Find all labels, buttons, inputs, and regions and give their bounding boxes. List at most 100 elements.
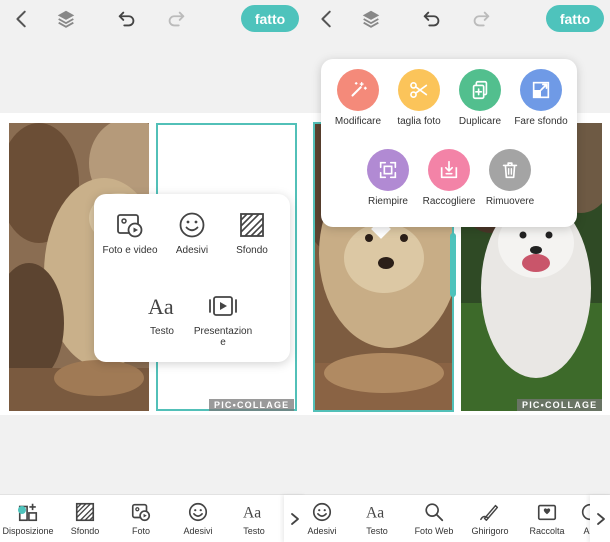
tool-photo[interactable]: Foto <box>119 501 163 536</box>
action-collect-circle <box>428 149 470 191</box>
menu-photo-video[interactable]: Foto e video <box>98 210 162 256</box>
chevron-right-icon <box>597 513 605 525</box>
action-remove-circle <box>489 149 531 191</box>
action-fill-label: Riempire <box>367 196 408 207</box>
tool-text[interactable]: Aa Testo <box>232 501 276 537</box>
watermark: PIC•COLLAGE <box>209 399 295 411</box>
action-edit[interactable]: Modificare <box>327 69 389 127</box>
action-duplicate-label: Duplicare <box>458 116 502 127</box>
done-button[interactable]: fatto <box>241 5 299 32</box>
menu-stickers[interactable]: Adesivi <box>160 210 224 256</box>
layers-button[interactable] <box>53 6 79 32</box>
action-crop-label: taglia foto <box>397 116 441 127</box>
menu-text[interactable]: Aa Testo <box>130 291 194 337</box>
menu-slideshow-label: Presentazion e <box>193 326 253 348</box>
action-remove-label: Rimuovere <box>485 196 535 207</box>
tool-background-label: Sfondo <box>70 526 100 536</box>
smiley-icon <box>179 212 205 238</box>
tool-background[interactable]: Sfondo <box>62 501 108 536</box>
action-make-background-circle <box>520 69 562 111</box>
collection-icon <box>537 504 557 521</box>
svg-text:Aa: Aa <box>366 505 384 522</box>
top-bar: fatto <box>0 0 305 38</box>
scissors-icon <box>410 82 428 98</box>
duplicate-icon <box>472 80 488 100</box>
slideshow-icon <box>209 296 237 316</box>
trash-icon <box>502 162 518 179</box>
tool-collection-label: Raccolta <box>529 526 565 536</box>
done-button[interactable]: fatto <box>546 5 604 32</box>
layers-button[interactable] <box>358 6 384 32</box>
undo-icon <box>423 11 440 27</box>
action-make-background[interactable]: Fare sfondo <box>508 69 574 127</box>
bottom-toolbar: Disposizione Sfondo Foto Adesivi Aa Test… <box>0 494 305 542</box>
tool-stickers[interactable]: Adesivi <box>305 501 339 536</box>
back-button[interactable] <box>314 6 340 32</box>
action-duplicate[interactable]: Duplicare <box>449 69 511 127</box>
layers-icon <box>57 10 75 28</box>
tool-photo-label: Foto <box>131 526 150 536</box>
action-edit-label: Modificare <box>334 116 382 127</box>
photo-actions-menu: Modificare taglia foto Duplicare Fare sf… <box>321 59 577 227</box>
menu-stickers-label: Adesivi <box>175 245 209 256</box>
action-collect[interactable]: Raccogliere <box>418 149 480 207</box>
menu-text-label: Testo <box>150 326 174 337</box>
action-fill-circle <box>367 149 409 191</box>
toolbar-more-button[interactable] <box>590 495 610 542</box>
redo-icon <box>168 11 185 27</box>
action-collect-label: Raccogliere <box>422 196 476 207</box>
tool-stickers[interactable]: Adesivi <box>175 501 221 536</box>
tool-doodle[interactable]: Ghirigoro <box>465 501 515 536</box>
tool-text-label: Testo <box>366 526 388 536</box>
right-screen: fatto PIC•COLLAGE Modificare taglia foto… <box>305 0 610 542</box>
tool-layout[interactable]: Disposizione <box>2 501 54 536</box>
action-fill[interactable]: Riempire <box>357 149 419 207</box>
action-remove[interactable]: Rimuovere <box>479 149 541 207</box>
back-button[interactable] <box>9 6 35 32</box>
make-background-icon <box>532 81 550 99</box>
back-chevron-icon <box>321 10 331 28</box>
tool-stickers-label: Adesivi <box>183 526 213 536</box>
doodle-brush-icon <box>480 504 499 521</box>
undo-button[interactable] <box>419 6 445 32</box>
smiley-icon <box>312 502 332 522</box>
menu-background[interactable]: Sfondo <box>220 210 284 256</box>
magic-wand-icon <box>351 81 367 97</box>
layers-icon <box>362 10 380 28</box>
svg-text:Aa: Aa <box>148 294 174 319</box>
watermark: PIC•COLLAGE <box>517 399 603 411</box>
tool-doodle-label: Ghirigoro <box>471 526 509 536</box>
action-crop[interactable]: taglia foto <box>388 69 450 127</box>
background-pattern-icon <box>240 213 264 237</box>
photo-video-icon <box>117 214 143 238</box>
tool-web-photo-label: Foto Web <box>414 526 454 536</box>
undo-button[interactable] <box>114 6 140 32</box>
menu-background-label: Sfondo <box>236 245 268 256</box>
tool-collection[interactable]: Raccolta <box>523 501 571 536</box>
smiley-icon <box>188 502 208 522</box>
text-aa-icon: Aa <box>366 505 384 522</box>
redo-icon <box>473 11 490 27</box>
menu-photo-video-label: Foto e video <box>102 245 158 256</box>
text-aa-icon: Aa <box>148 294 174 319</box>
add-content-menu: Foto e video Adesivi Sfondo Aa Testo Pre… <box>94 194 290 362</box>
fill-icon <box>379 161 397 179</box>
undo-icon <box>118 11 135 27</box>
redo-button[interactable] <box>163 6 189 32</box>
collect-icon <box>440 160 458 179</box>
text-aa-icon: Aa <box>243 505 261 522</box>
photo-icon <box>131 503 151 522</box>
tool-layout-label: Disposizione <box>2 526 54 536</box>
svg-text:Aa: Aa <box>243 505 261 522</box>
back-chevron-icon <box>16 10 26 28</box>
chevron-right-icon <box>291 513 299 525</box>
search-icon <box>425 503 444 522</box>
action-make-background-label: Fare sfondo <box>514 116 568 127</box>
tool-web-photo[interactable]: Foto Web <box>409 501 459 536</box>
resize-handle[interactable] <box>450 233 456 297</box>
tool-text[interactable]: Aa Testo <box>355 501 399 537</box>
redo-button[interactable] <box>468 6 494 32</box>
toolbar-more-button[interactable] <box>284 495 305 542</box>
action-edit-circle <box>337 69 379 111</box>
menu-slideshow[interactable]: Presentazion e <box>190 291 256 348</box>
